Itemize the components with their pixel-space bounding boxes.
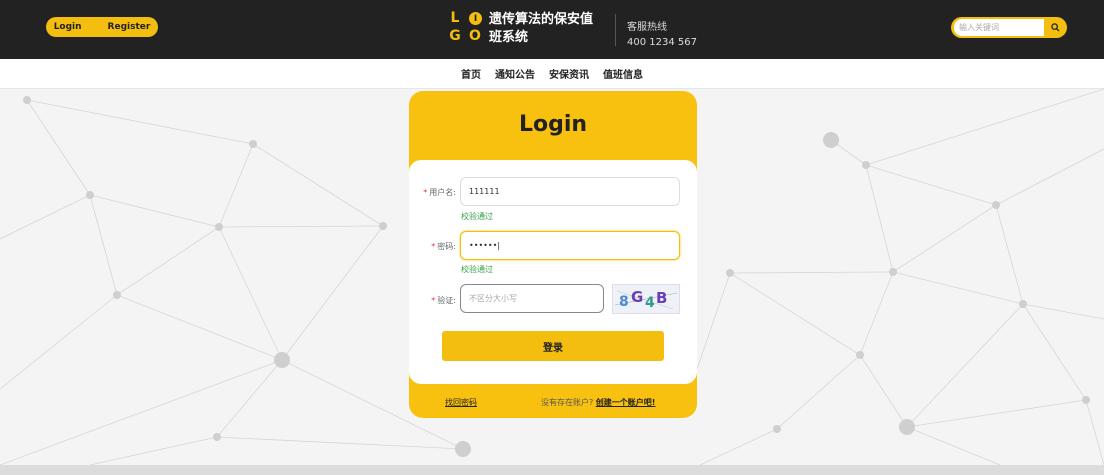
captcha-char-1: 8: [619, 294, 629, 310]
captcha-label: * 验证:: [431, 296, 456, 305]
auth-pill: Login Register: [46, 17, 158, 37]
nav-item-home[interactable]: 首页: [461, 66, 481, 81]
no-account-text: 没有存在账户? 创建一个账户吧!: [541, 398, 656, 407]
search-box: [951, 17, 1067, 38]
create-account-link[interactable]: 创建一个账户吧!: [596, 398, 656, 407]
captcha-image[interactable]: 8 G 4 B: [612, 284, 680, 314]
required-mark: *: [423, 188, 428, 197]
login-link[interactable]: Login: [41, 22, 95, 32]
forgot-password-link[interactable]: 找回密码: [445, 397, 477, 408]
hotline-number: 400 1234 567: [627, 37, 697, 48]
required-mark: *: [431, 296, 436, 305]
nav-item-duty-info[interactable]: 值班信息: [603, 66, 643, 81]
username-input[interactable]: 111111: [460, 177, 680, 206]
nav-item-notices[interactable]: 通知公告: [495, 66, 535, 81]
search-icon: [1051, 23, 1060, 32]
password-label: * 密码:: [431, 242, 456, 251]
login-title: Login: [518, 112, 588, 137]
top-header-bar: Login Register L I G O 遗传算法的保安值班系统 客服热线 …: [0, 0, 1104, 59]
username-valid-message: 校验通过: [461, 212, 493, 221]
logo-letter-g: G: [449, 28, 461, 44]
captcha-noise: 8 G 4 B: [614, 288, 678, 311]
password-valid-message: 校验通过: [461, 265, 493, 274]
logo-letter-o: O: [469, 28, 481, 44]
footer-strip: [0, 465, 1104, 475]
search-input[interactable]: [954, 19, 1044, 36]
captcha-char-3: 4: [645, 295, 655, 311]
register-link[interactable]: Register: [95, 22, 164, 32]
header-divider: [615, 14, 616, 46]
nav-item-security-news[interactable]: 安保资讯: [549, 66, 589, 81]
hotline-info: 客服热线 400 1234 567: [627, 20, 697, 50]
hotline-label: 客服热线: [627, 22, 667, 33]
search-button[interactable]: [1044, 17, 1067, 38]
site-logo[interactable]: L I G O: [447, 10, 483, 46]
site-title: 遗传算法的保安值班系统: [489, 12, 594, 45]
password-input[interactable]: ••••••|: [460, 231, 680, 260]
login-submit-button[interactable]: 登录: [442, 331, 664, 361]
logo-letter-l: L: [450, 10, 460, 26]
captcha-input[interactable]: 不区分大小写: [460, 284, 604, 313]
logo-letter-i: I: [469, 12, 482, 25]
main-nav: 首页 通知公告 安保资讯 值班信息: [0, 59, 1104, 89]
captcha-char-4: B: [656, 289, 667, 307]
username-label: * 用户名:: [423, 188, 456, 197]
required-mark: *: [431, 242, 436, 251]
captcha-char-2: G: [631, 288, 643, 306]
